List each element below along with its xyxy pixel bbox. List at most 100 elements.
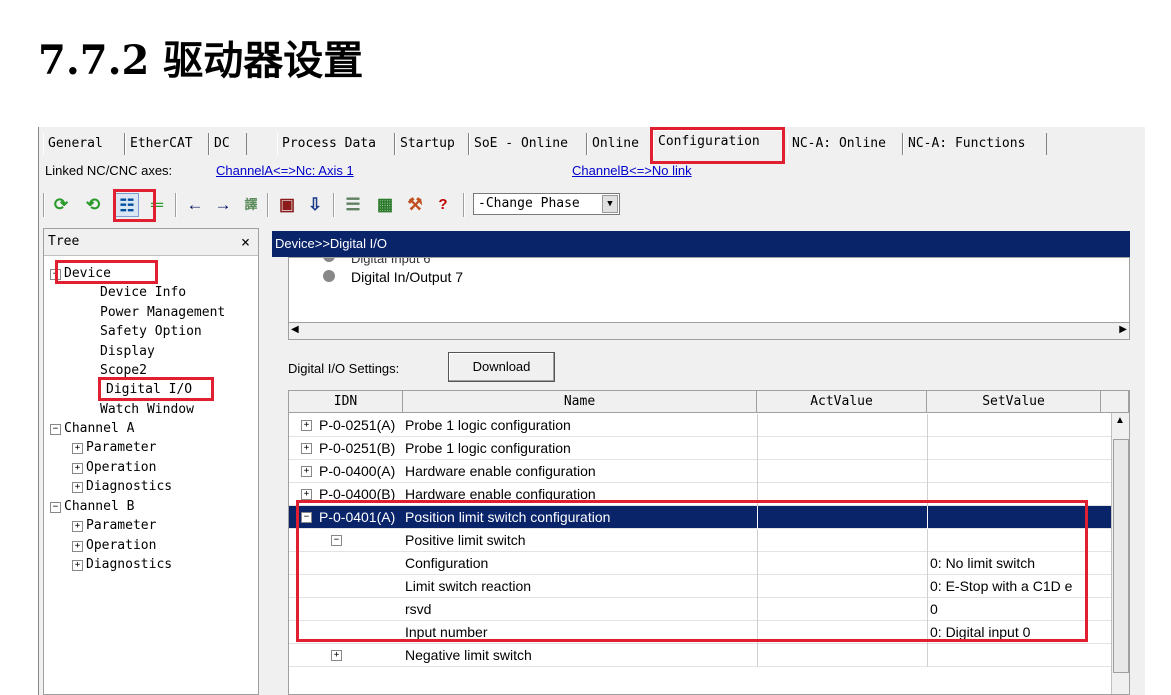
translate-icon[interactable]: 譯	[239, 193, 263, 217]
download-button[interactable]: Download	[448, 352, 555, 382]
table-row[interactable]: + P-0-0400(B) Hardware enable configurat…	[289, 483, 1111, 506]
expand-icon[interactable]: +	[301, 443, 312, 454]
cell-divider	[757, 552, 758, 575]
page-heading: 7.7.2 驱动器设置	[38, 37, 364, 84]
expand-icon[interactable]: +	[72, 482, 83, 493]
table-row[interactable]: − Positive limit switch	[289, 529, 1111, 552]
chevron-down-icon[interactable]: ▼	[602, 195, 618, 213]
tree-item-scope2[interactable]: Scope2	[100, 363, 147, 379]
setvalue-cell[interactable]: 0: E-Stop with a C1D e	[930, 575, 1100, 598]
cell-divider	[757, 437, 758, 460]
column-header-idn[interactable]: IDN	[289, 391, 403, 413]
close-icon[interactable]: ×	[241, 229, 250, 255]
tree-item-device-info[interactable]: Device Info	[100, 285, 186, 301]
expand-icon[interactable]: +	[72, 463, 83, 474]
cell-divider	[757, 483, 758, 506]
tree-item-watch-window[interactable]: Watch Window	[100, 402, 194, 418]
arrow-left-icon[interactable]: ←	[183, 193, 207, 217]
tree-item-b-diagnostics[interactable]: Diagnostics	[86, 557, 172, 573]
list-config-icon[interactable]: ☰	[341, 193, 365, 217]
column-header-name[interactable]: Name	[403, 391, 757, 413]
expand-icon[interactable]: +	[72, 560, 83, 571]
io-item[interactable]: Digital In/Output 7	[351, 269, 463, 285]
expand-icon[interactable]: +	[301, 466, 312, 477]
tab-online[interactable]: Online	[587, 133, 653, 155]
table-row-selected[interactable]: − P-0-0401(A) Position limit switch conf…	[289, 506, 1111, 529]
tools-icon[interactable]: ⚒	[403, 193, 427, 217]
tree-item-a-operation[interactable]: Operation	[86, 460, 156, 476]
tab-process-data[interactable]: Process Data	[277, 133, 395, 155]
expand-icon[interactable]: +	[72, 443, 83, 454]
list-view-icon[interactable]: ═	[145, 193, 169, 217]
setvalue-cell[interactable]: 0	[930, 598, 1100, 621]
tree-item-display[interactable]: Display	[100, 344, 155, 360]
collapse-icon[interactable]: −	[50, 502, 61, 513]
collapse-icon[interactable]: −	[331, 535, 342, 546]
tree-item-b-parameter[interactable]: Parameter	[86, 518, 156, 534]
table-row[interactable]: Limit switch reaction 0: E-Stop with a C…	[289, 575, 1111, 598]
table-row[interactable]: rsvd 0	[289, 598, 1111, 621]
tree-view-icon[interactable]: ☷	[115, 193, 139, 217]
table-row[interactable]: + P-0-0251(B) Probe 1 logic configuratio…	[289, 437, 1111, 460]
table-row[interactable]: + P-0-0400(A) Hardware enable configurat…	[289, 460, 1111, 483]
tree-item-channel-a[interactable]: Channel A	[64, 421, 134, 437]
collapse-icon[interactable]: −	[50, 269, 61, 280]
column-header-extra[interactable]	[1101, 391, 1129, 413]
collapse-icon[interactable]: −	[50, 424, 61, 435]
refresh-green-icon[interactable]: ⟳	[49, 193, 73, 217]
column-header-setvalue[interactable]: SetValue	[927, 391, 1101, 413]
tree-item-power-management[interactable]: Power Management	[100, 305, 225, 321]
toolbar-separator	[267, 193, 269, 217]
expand-icon[interactable]: +	[301, 489, 312, 500]
tab-nc-functions[interactable]: NC-A: Functions	[903, 133, 1047, 155]
channel-b-link[interactable]: ChannelB<=>No link	[572, 163, 692, 178]
scroll-up-icon[interactable]: ▲	[1115, 415, 1125, 426]
tree-item-channel-b[interactable]: Channel B	[64, 499, 134, 515]
tree-item-a-diagnostics[interactable]: Diagnostics	[86, 479, 172, 495]
arrow-right-icon[interactable]: →	[211, 193, 235, 217]
collapse-icon[interactable]: −	[301, 512, 312, 523]
tab-soe-online[interactable]: SoE - Online	[469, 133, 587, 155]
download-icon[interactable]: ⇩	[303, 193, 327, 217]
tab-strip: General EtherCAT DC Process Data Startup…	[39, 127, 1145, 161]
change-phase-select[interactable]: -Change Phase ▼	[473, 193, 620, 215]
cell-divider	[757, 506, 758, 529]
tree-item-device[interactable]: Device	[64, 266, 111, 282]
tree-item-safety-option[interactable]: Safety Option	[100, 324, 202, 340]
tab-configuration[interactable]: Configuration	[653, 130, 783, 157]
io-item[interactable]: Digital Input 6	[351, 258, 431, 266]
refresh-icon[interactable]: ⟲	[81, 193, 105, 217]
scrollbar-thumb[interactable]	[1113, 439, 1129, 673]
setvalue-cell[interactable]: 0: No limit switch	[930, 552, 1100, 575]
horizontal-scrollbar[interactable]: ◀ ▶	[288, 322, 1130, 340]
scroll-right-icon[interactable]: ▶	[1119, 324, 1127, 335]
expand-icon[interactable]: +	[301, 420, 312, 431]
expand-icon[interactable]: +	[331, 650, 342, 661]
tab-startup[interactable]: Startup	[395, 133, 469, 155]
tab-nc-online[interactable]: NC-A: Online	[787, 133, 903, 155]
table-row[interactable]: + Negative limit switch	[289, 644, 1111, 667]
table-row[interactable]: Input number 0: Digital input 0	[289, 621, 1111, 644]
table-row[interactable]: Configuration 0: No limit switch	[289, 552, 1111, 575]
cell-divider	[927, 598, 928, 621]
tree-item-digital-io[interactable]: Digital I/O	[106, 382, 192, 398]
linked-axes-label: Linked NC/CNC axes:	[45, 163, 173, 178]
name-cell: Position limit switch configuration	[405, 509, 611, 525]
table-row[interactable]: + P-0-0251(A) Probe 1 logic configuratio…	[289, 414, 1111, 437]
tree-item-a-parameter[interactable]: Parameter	[86, 440, 156, 456]
table-icon[interactable]: ▦	[373, 193, 397, 217]
tab-dc[interactable]: DC	[209, 133, 247, 155]
tree-item-b-operation[interactable]: Operation	[86, 538, 156, 554]
upload-icon[interactable]: ▣	[275, 193, 299, 217]
scroll-left-icon[interactable]: ◀	[291, 324, 299, 335]
idn-cell: P-0-0251(B)	[319, 440, 396, 456]
setvalue-cell[interactable]: 0: Digital input 0	[930, 621, 1100, 644]
column-header-actvalue[interactable]: ActValue	[757, 391, 927, 413]
parameter-table: IDN Name ActValue SetValue + P-0-0251(A)…	[288, 390, 1130, 695]
channel-a-link[interactable]: ChannelA<=>Nc: Axis 1	[216, 163, 354, 178]
help-icon[interactable]: ?	[431, 193, 455, 217]
expand-icon[interactable]: +	[72, 541, 83, 552]
tab-general[interactable]: General	[43, 133, 125, 155]
expand-icon[interactable]: +	[72, 521, 83, 532]
tab-ethercat[interactable]: EtherCAT	[125, 133, 209, 155]
